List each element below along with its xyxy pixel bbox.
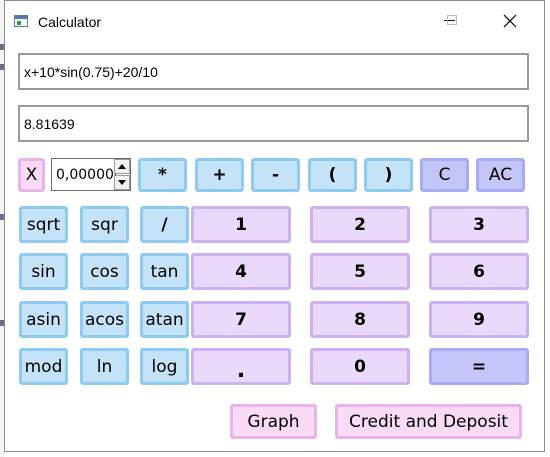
digit-6-button[interactable]: 6 [429, 253, 529, 290]
cos-button[interactable]: cos [80, 253, 129, 290]
x-value-spinbox [51, 158, 131, 191]
calculator-app-icon [14, 15, 28, 27]
ln-button[interactable]: ln [80, 348, 129, 385]
digit-4-button[interactable]: 4 [191, 253, 291, 290]
sin-button[interactable]: sin [19, 253, 68, 290]
spin-down-button[interactable] [114, 175, 130, 190]
digit-7-button[interactable]: 7 [191, 301, 291, 338]
spin-up-button[interactable] [114, 159, 130, 174]
divide-button[interactable]: / [140, 206, 189, 243]
close-icon [503, 14, 517, 28]
open-paren-button[interactable]: ( [308, 158, 357, 192]
plus-button[interactable]: + [195, 158, 244, 192]
credit-deposit-button[interactable]: Credit and Deposit [335, 404, 522, 439]
digit-9-button[interactable]: 9 [429, 301, 529, 338]
maximize-button[interactable] [432, 9, 472, 33]
window-title: Calculator [38, 14, 102, 30]
decimal-point-button[interactable]: . [191, 348, 291, 385]
x-value-input[interactable] [54, 159, 116, 190]
digit-8-button[interactable]: 8 [310, 301, 410, 338]
calculator-window: Calculator X * + - ( ) C AC sqrt sqr / 1… [4, 0, 545, 452]
digit-5-button[interactable]: 5 [310, 253, 410, 290]
close-paren-button[interactable]: ) [364, 158, 413, 192]
all-clear-button[interactable]: AC [476, 158, 525, 192]
digit-2-button[interactable]: 2 [310, 206, 410, 243]
acos-button[interactable]: acos [80, 301, 129, 338]
minus-button[interactable]: - [251, 158, 300, 192]
title-bar[interactable]: Calculator [5, 1, 544, 41]
graph-button[interactable]: Graph [230, 404, 317, 439]
sqrt-button[interactable]: sqrt [19, 206, 68, 243]
expression-input[interactable] [18, 53, 529, 90]
atan-button[interactable]: atan [140, 301, 189, 338]
mod-button[interactable]: mod [19, 348, 68, 385]
digit-1-button[interactable]: 1 [191, 206, 291, 243]
sqr-button[interactable]: sqr [80, 206, 129, 243]
log-button[interactable]: log [140, 348, 189, 385]
result-display[interactable] [18, 105, 529, 142]
digit-3-button[interactable]: 3 [429, 206, 529, 243]
maximize-icon [447, 15, 457, 25]
chevron-up-icon [118, 164, 126, 169]
tan-button[interactable]: tan [140, 253, 189, 290]
close-button[interactable] [490, 9, 530, 33]
asin-button[interactable]: asin [19, 301, 68, 338]
x-variable-button[interactable]: X [18, 158, 45, 192]
digit-0-button[interactable]: 0 [310, 348, 410, 385]
equals-button[interactable]: = [429, 348, 529, 385]
chevron-down-icon [118, 180, 126, 185]
clear-button[interactable]: C [420, 158, 469, 192]
multiply-button[interactable]: * [138, 158, 187, 192]
